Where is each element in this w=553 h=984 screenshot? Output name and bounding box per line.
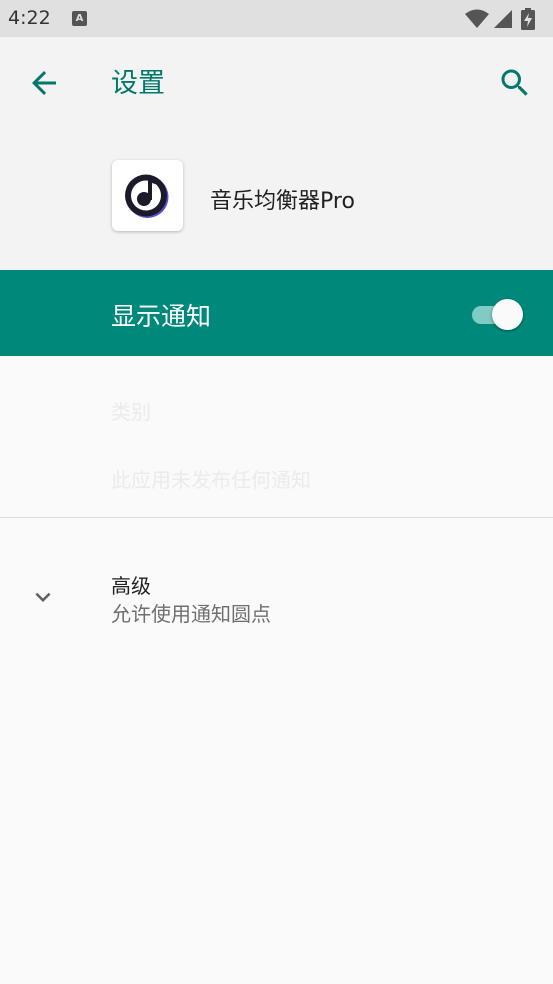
music-note-app-icon (125, 174, 169, 218)
app-icon (112, 160, 183, 231)
status-icons (465, 8, 545, 30)
page-title: 设置 (111, 68, 165, 99)
show-notifications-label: 显示通知 (111, 302, 212, 331)
cell-signal-icon (494, 10, 512, 28)
battery-charging-icon (521, 8, 535, 30)
app-name: 音乐均衡器Pro (210, 189, 355, 214)
advanced-title: 高级 (111, 574, 151, 598)
category-title: 类别 (111, 400, 151, 424)
notifications-toggle[interactable] (470, 298, 526, 330)
back-button[interactable] (26, 65, 62, 101)
category-section: 类别 此应用未发布任何通知 (0, 356, 553, 518)
arrow-back-icon (32, 71, 56, 95)
wifi-icon (465, 9, 489, 28)
search-icon (501, 69, 528, 96)
toggle-thumb (492, 299, 523, 330)
status-time: 4:22 (8, 7, 51, 29)
status-bar: 4:22 A (0, 0, 553, 37)
advanced-summary: 允许使用通知圆点 (111, 602, 271, 626)
category-empty-text: 此应用未发布任何通知 (111, 468, 311, 492)
divider (0, 517, 553, 518)
app-bar: 设置 音乐均衡器Pro (0, 37, 553, 270)
chevron-down-icon (28, 582, 58, 612)
show-notifications-row[interactable]: 显示通知 (0, 270, 553, 356)
search-button[interactable] (497, 65, 533, 101)
notification-icon: A (72, 11, 87, 26)
advanced-row[interactable]: 高级 允许使用通知圆点 (0, 550, 553, 646)
